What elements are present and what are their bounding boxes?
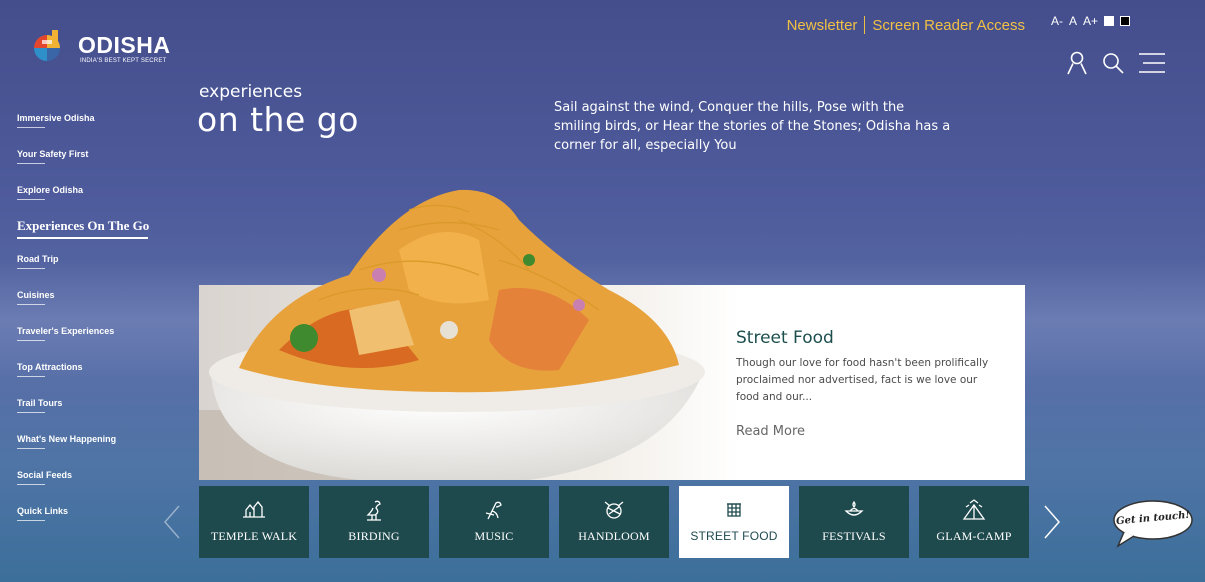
sidebar-item-immersive-odisha[interactable]: Immersive Odisha [17, 113, 177, 149]
site-logo[interactable]: ODISHA INDIA'S BEST KEPT SECRET [30, 26, 180, 72]
temple-icon [243, 501, 265, 518]
tab-temple-walk[interactable]: TEMPLE WALK [199, 486, 309, 558]
tab-festivals[interactable]: FESTIVALS [799, 486, 909, 558]
bird-icon [366, 500, 381, 521]
logo-mark-icon [34, 30, 60, 61]
feature-description: Though our love for food hasn't been pro… [736, 357, 989, 403]
feature-title: Street Food [736, 328, 834, 348]
user-icon[interactable] [1066, 51, 1088, 75]
sidebar-nav: Immersive Odisha Your Safety First Explo… [17, 113, 177, 542]
newsletter-link[interactable]: Newsletter [787, 17, 858, 34]
tab-music[interactable]: MUSIC [439, 486, 549, 558]
header-icons [1066, 51, 1166, 75]
tab-glam-camp[interactable]: GLAM-CAMP [919, 486, 1029, 558]
sidebar-item-top-attractions[interactable]: Top Attractions [17, 362, 177, 398]
tab-birding[interactable]: BIRDING [319, 486, 429, 558]
sidebar-item-road-trip[interactable]: Road Trip [17, 254, 177, 290]
sidebar-item-your-safety-first[interactable]: Your Safety First [17, 149, 177, 185]
read-more-link[interactable]: Read More [736, 424, 805, 439]
logo-wordmark: ODISHA [78, 32, 171, 58]
font-increase-button[interactable]: A+ [1083, 14, 1098, 28]
sidebar-item-whats-new-happening[interactable]: What's New Happening [17, 434, 177, 470]
street-food-image [199, 189, 739, 480]
dark-theme-button[interactable] [1120, 16, 1131, 26]
tab-label: GLAM-CAMP [936, 529, 1012, 543]
logo-tagline: INDIA'S BEST KEPT SECRET [80, 58, 167, 64]
tab-label: FESTIVALS [822, 529, 886, 543]
tab-label: BIRDING [348, 529, 400, 543]
sidebar-item-travelers-experiences[interactable]: Traveler's Experiences [17, 326, 177, 362]
tent-icon [962, 499, 986, 520]
tab-label: MUSIC [474, 529, 514, 543]
experience-tabs: TEMPLE WALK BIRDING MUSIC HANDLOOM STREE… [199, 486, 1029, 558]
sidebar-item-trail-tours[interactable]: Trail Tours [17, 398, 177, 434]
chevron-left-icon[interactable] [162, 504, 182, 540]
screen-reader-link[interactable]: Screen Reader Access [872, 17, 1025, 34]
accessibility-controls: A- A A+ [1051, 14, 1131, 28]
search-icon[interactable] [1102, 52, 1124, 74]
top-links-divider [864, 16, 866, 34]
lamp-icon [844, 500, 864, 516]
tab-street-food[interactable]: STREET FOOD [679, 486, 789, 558]
food-cart-icon [727, 503, 741, 517]
sidebar-item-explore-odisha[interactable]: Explore Odisha [17, 185, 177, 221]
sidebar-item-social-feeds[interactable]: Social Feeds [17, 470, 177, 506]
intro-text: Sail against the wind, Conquer the hills… [554, 100, 951, 153]
menu-icon[interactable] [1138, 52, 1166, 74]
tab-label: HANDLOOM [578, 529, 650, 543]
tab-label: STREET FOOD [690, 529, 778, 543]
music-icon [485, 501, 502, 520]
section-kicker: experiences [199, 82, 303, 102]
tab-handloom[interactable]: HANDLOOM [559, 486, 669, 558]
sidebar-item-cuisines[interactable]: Cuisines [17, 290, 177, 326]
chevron-right-icon[interactable] [1042, 504, 1062, 540]
sidebar-item-experiences-on-the-go[interactable]: Experiences On The Go [17, 218, 177, 254]
tab-label: TEMPLE WALK [210, 529, 298, 543]
font-normal-button[interactable]: A [1069, 14, 1077, 28]
sidebar-item-quick-links[interactable]: Quick Links [17, 506, 177, 542]
top-links: Newsletter Screen Reader Access [787, 16, 1025, 34]
font-decrease-button[interactable]: A- [1051, 14, 1063, 28]
light-theme-button[interactable] [1104, 16, 1115, 26]
yarn-icon [604, 501, 624, 519]
page-title: on the go [197, 100, 359, 139]
